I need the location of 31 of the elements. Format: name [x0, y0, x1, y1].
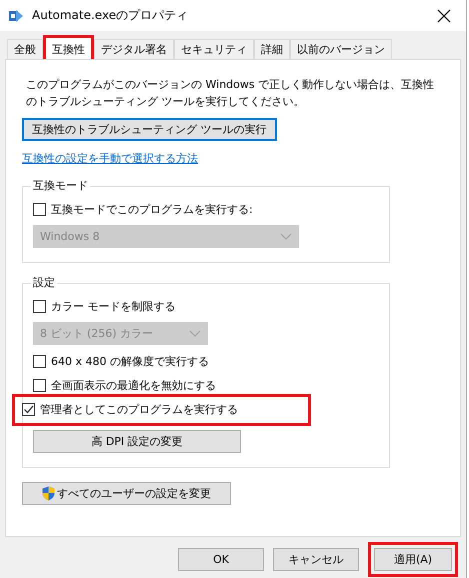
checkbox[interactable]	[33, 354, 46, 368]
tab[interactable]: 詳細	[254, 39, 290, 59]
description-text: このプログラムがこのバージョンの Windows で正しく動作しない場合は、互換性のトラブルシューティング ツールを実行してください。	[26, 77, 436, 110]
group-title: 互換モード	[31, 178, 90, 193]
dialog-button[interactable]: キャンセル	[273, 548, 359, 570]
tab[interactable]: デジタル署名	[94, 39, 174, 59]
help-link[interactable]: 互換性の設定を手動で選択する方法	[22, 151, 198, 166]
chevron-down-icon	[280, 232, 292, 240]
checkbox[interactable]	[33, 378, 46, 392]
checkbox-label: 互換モードでこのプログラムを実行する:	[51, 202, 253, 216]
checkbox-label: 全画面表示の最適化を無効にする	[51, 378, 216, 392]
checkbox-label: 640 x 480 の解像度で実行する	[51, 354, 209, 368]
checkbox[interactable]	[33, 300, 46, 312]
all-users-button[interactable]: すべてのユーザーの設定を変更	[22, 482, 231, 505]
checkbox[interactable]	[33, 202, 46, 216]
troubleshoot-button[interactable]: 互換性のトラブルシューティング ツールの実行	[22, 118, 276, 141]
checkbox-label: カラー モードを制限する	[51, 298, 176, 314]
group-title: 設定	[31, 275, 57, 290]
chevron-down-icon	[189, 330, 201, 338]
dpi-settings-button[interactable]: 高 DPI 設定の変更	[33, 430, 241, 453]
dialog-button[interactable]: 適用(A)	[374, 548, 452, 570]
tab[interactable]: 以前のバージョン	[290, 39, 392, 59]
tab[interactable]: セキュリティ	[174, 39, 254, 59]
checkbox[interactable]	[22, 402, 35, 416]
tab[interactable]: 全般	[7, 39, 43, 59]
window-title: Automate.exeのプロパティ	[32, 7, 190, 24]
close-icon	[437, 8, 451, 22]
tab[interactable]: 互換性	[46, 38, 91, 60]
dialog-button[interactable]: OK	[178, 548, 264, 570]
checkbox-label: 管理者としてこのプログラムを実行する	[40, 402, 238, 416]
app-icon	[8, 8, 24, 24]
